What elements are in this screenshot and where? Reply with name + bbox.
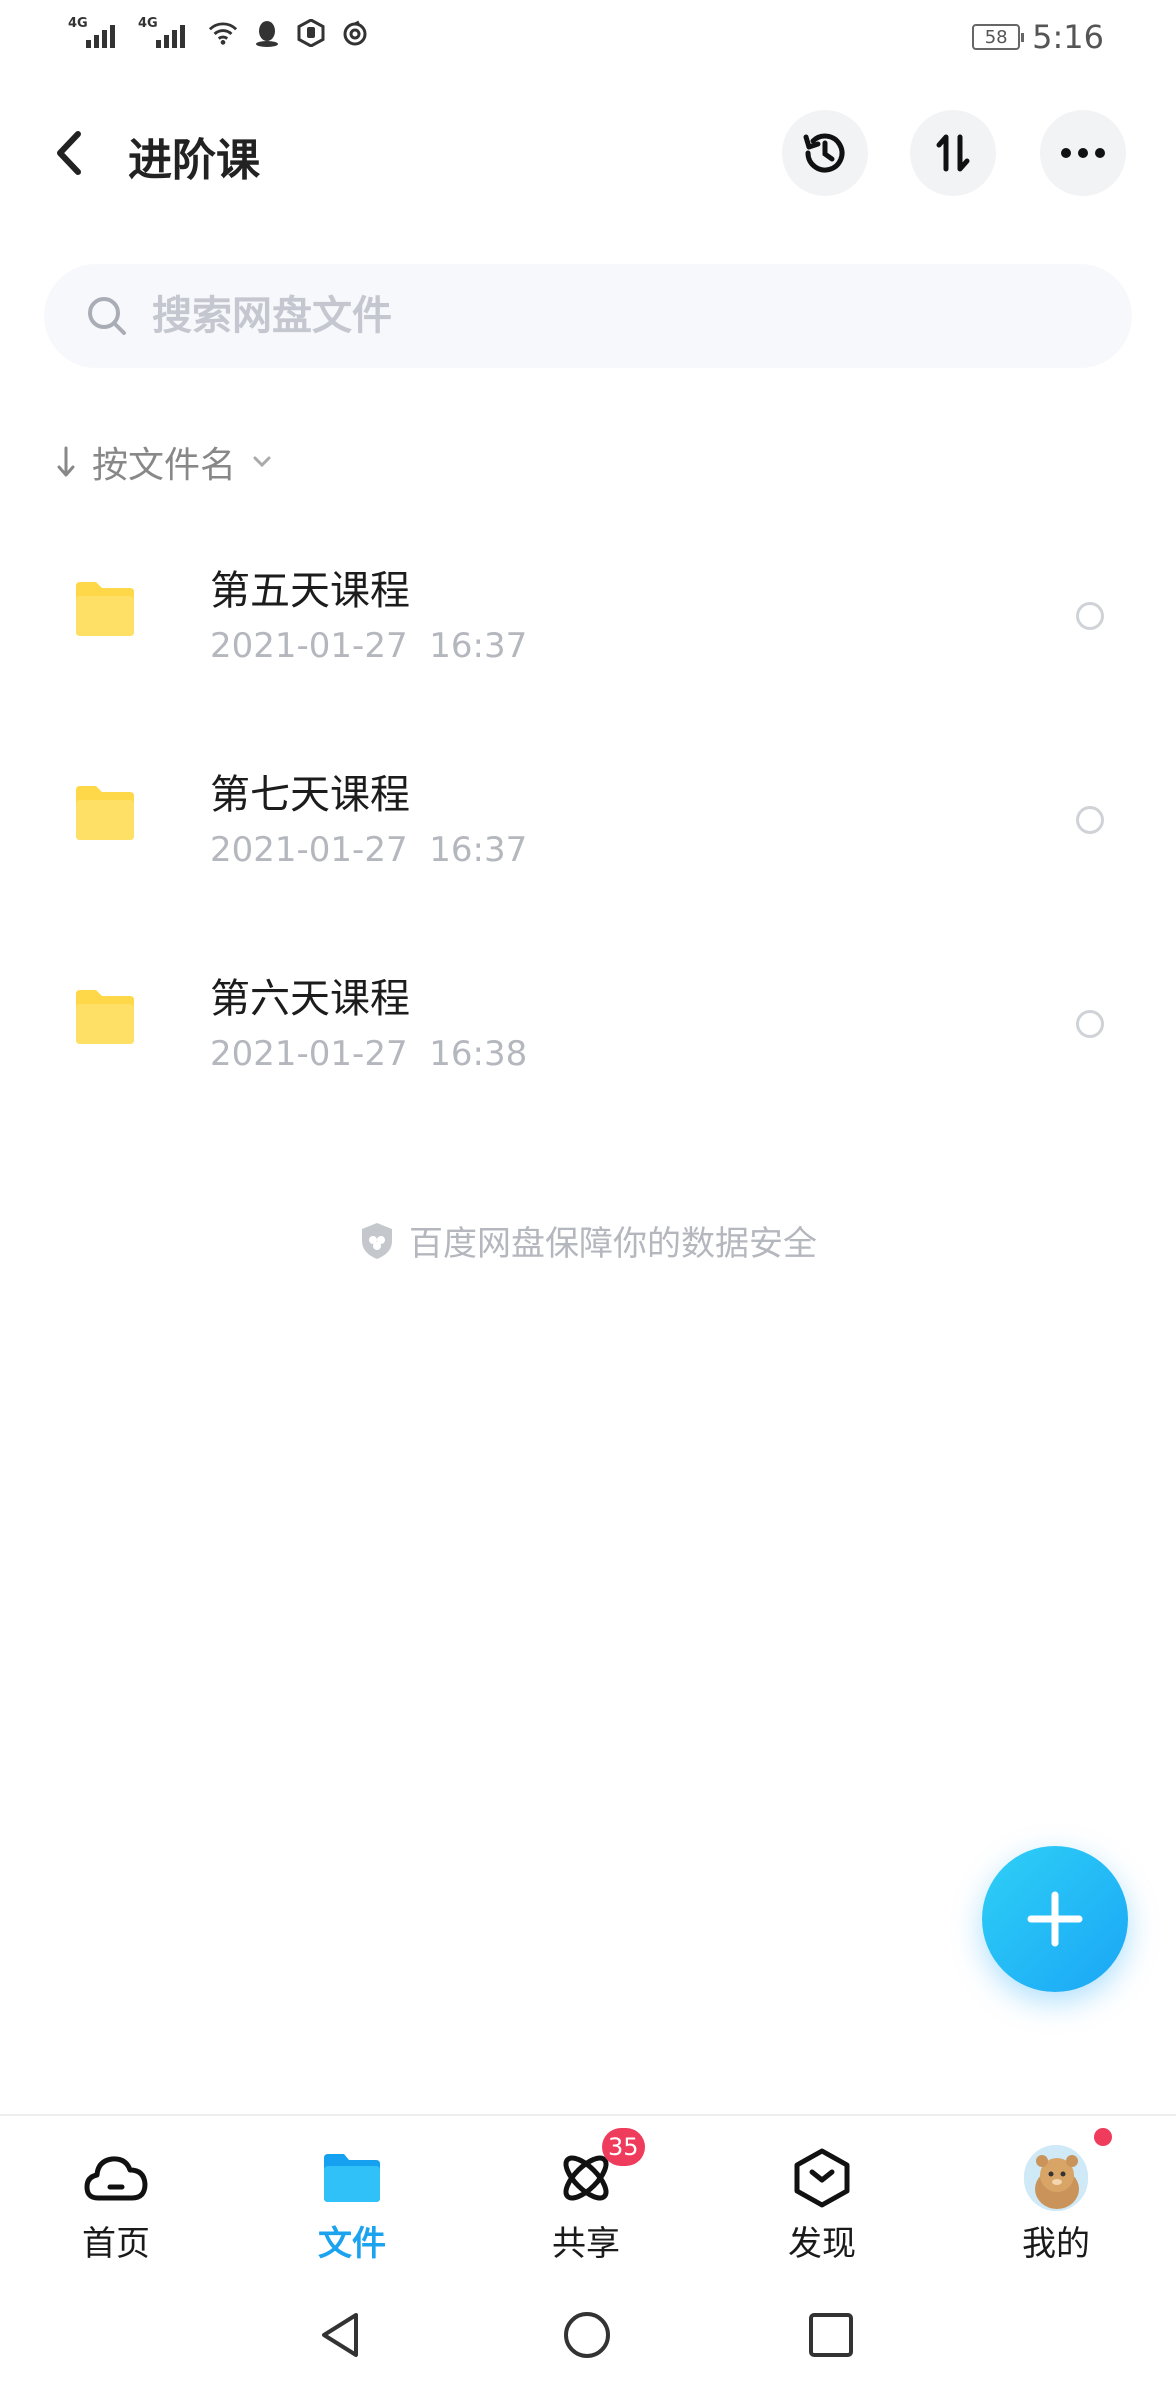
file-date-day: 2021-01-27 [210,1034,408,1074]
file-row[interactable]: 第六天课程 2021-01-27 16:38 [0,928,1176,1132]
nav-back-icon[interactable] [316,2310,366,2360]
network-type-1: 4G [68,16,88,31]
status-bar: 4G 4G 58 5:16 [0,0,1176,72]
more-button[interactable] [1040,110,1126,196]
file-date: 2021-01-27 16:37 [210,830,527,870]
tab-me[interactable]: 我的 [976,2145,1136,2265]
battery-icon: 58 [972,24,1025,50]
wifi-icon [208,18,238,48]
file-date-day: 2021-01-27 [210,830,408,870]
signal-icon-2: 4G [138,16,194,50]
file-date-time: 16:37 [429,626,528,666]
avatar [1024,2145,1088,2211]
share-icon: 35 [554,2128,645,2210]
share-badge: 35 [602,2128,645,2166]
sort-arrows-icon [936,134,970,172]
tab-share[interactable]: 35 共享 [506,2128,666,2265]
select-radio[interactable] [1076,602,1104,630]
header: 进阶课 [0,100,1176,204]
file-date-time: 16:37 [429,830,528,870]
tab-home[interactable]: 首页 [36,2146,196,2265]
signal-icon-1: 4G [68,16,124,50]
add-button[interactable] [982,1846,1128,1992]
tab-discover[interactable]: 发现 [742,2146,902,2265]
hand-icon [296,18,326,48]
battery-level: 58 [984,26,1008,48]
transfer-button[interactable] [910,110,996,196]
search-bar[interactable] [44,264,1132,368]
nav-recents-icon[interactable] [806,2310,856,2360]
plus-icon [1027,1891,1083,1947]
chevron-down-icon [253,456,271,468]
file-date: 2021-01-27 16:38 [210,1034,527,1074]
folder-icon [76,582,134,636]
cloud-icon [84,2146,148,2210]
system-nav-bar [0,2290,1176,2380]
sort-selector[interactable]: 按文件名 [56,436,272,488]
select-radio[interactable] [1076,1010,1104,1038]
search-icon [88,297,126,335]
tab-label: 文件 [318,2224,386,2264]
tab-label: 发现 [788,2224,856,2264]
tab-label: 首页 [82,2224,150,2264]
tab-label: 我的 [1022,2224,1090,2264]
clock: 5:16 [1032,18,1104,56]
bottom-tab-bar: 首页 文件 35 共享 发现 我的 [0,2114,1176,2266]
notification-dot [1094,2128,1112,2146]
safety-note: 百度网盘保障你的数据安全 [0,1216,1176,1265]
sort-label: 按文件名 [92,445,237,486]
folder-icon [76,990,134,1044]
back-button[interactable] [48,126,96,180]
safety-note-text: 百度网盘保障你的数据安全 [409,1224,817,1264]
netease-music-icon [340,18,370,48]
qq-icon [252,18,282,48]
file-date: 2021-01-27 16:37 [210,626,527,666]
folder-icon [76,786,134,840]
page-title: 进阶课 [128,135,260,186]
nav-home-icon[interactable] [562,2310,612,2360]
file-name: 第七天课程 [210,772,410,818]
more-icon [1061,148,1105,158]
file-row[interactable]: 第五天课程 2021-01-27 16:37 [0,520,1176,724]
status-icons: 4G 4G [68,16,370,50]
file-date-time: 16:38 [429,1034,528,1074]
tab-label: 共享 [552,2224,620,2264]
file-name: 第五天课程 [210,568,410,614]
chevron-left-icon [57,131,81,175]
folder-icon [320,2146,384,2210]
file-list: 第五天课程 2021-01-27 16:37 第七天课程 2021-01-27 … [0,520,1176,1132]
tab-files[interactable]: 文件 [272,2146,432,2265]
network-type-2: 4G [138,16,158,31]
file-date-day: 2021-01-27 [210,626,408,666]
avatar-icon [1024,2145,1088,2211]
history-button[interactable] [782,110,868,196]
history-icon [803,133,845,173]
file-row[interactable]: 第七天课程 2021-01-27 16:37 [0,724,1176,928]
arrow-down-icon [57,446,75,477]
shield-icon [362,1222,392,1259]
discover-icon [790,2146,854,2210]
status-right: 58 5:16 [972,18,1104,56]
select-radio[interactable] [1076,806,1104,834]
file-name: 第六天课程 [210,976,410,1022]
search-input[interactable] [150,292,1054,340]
